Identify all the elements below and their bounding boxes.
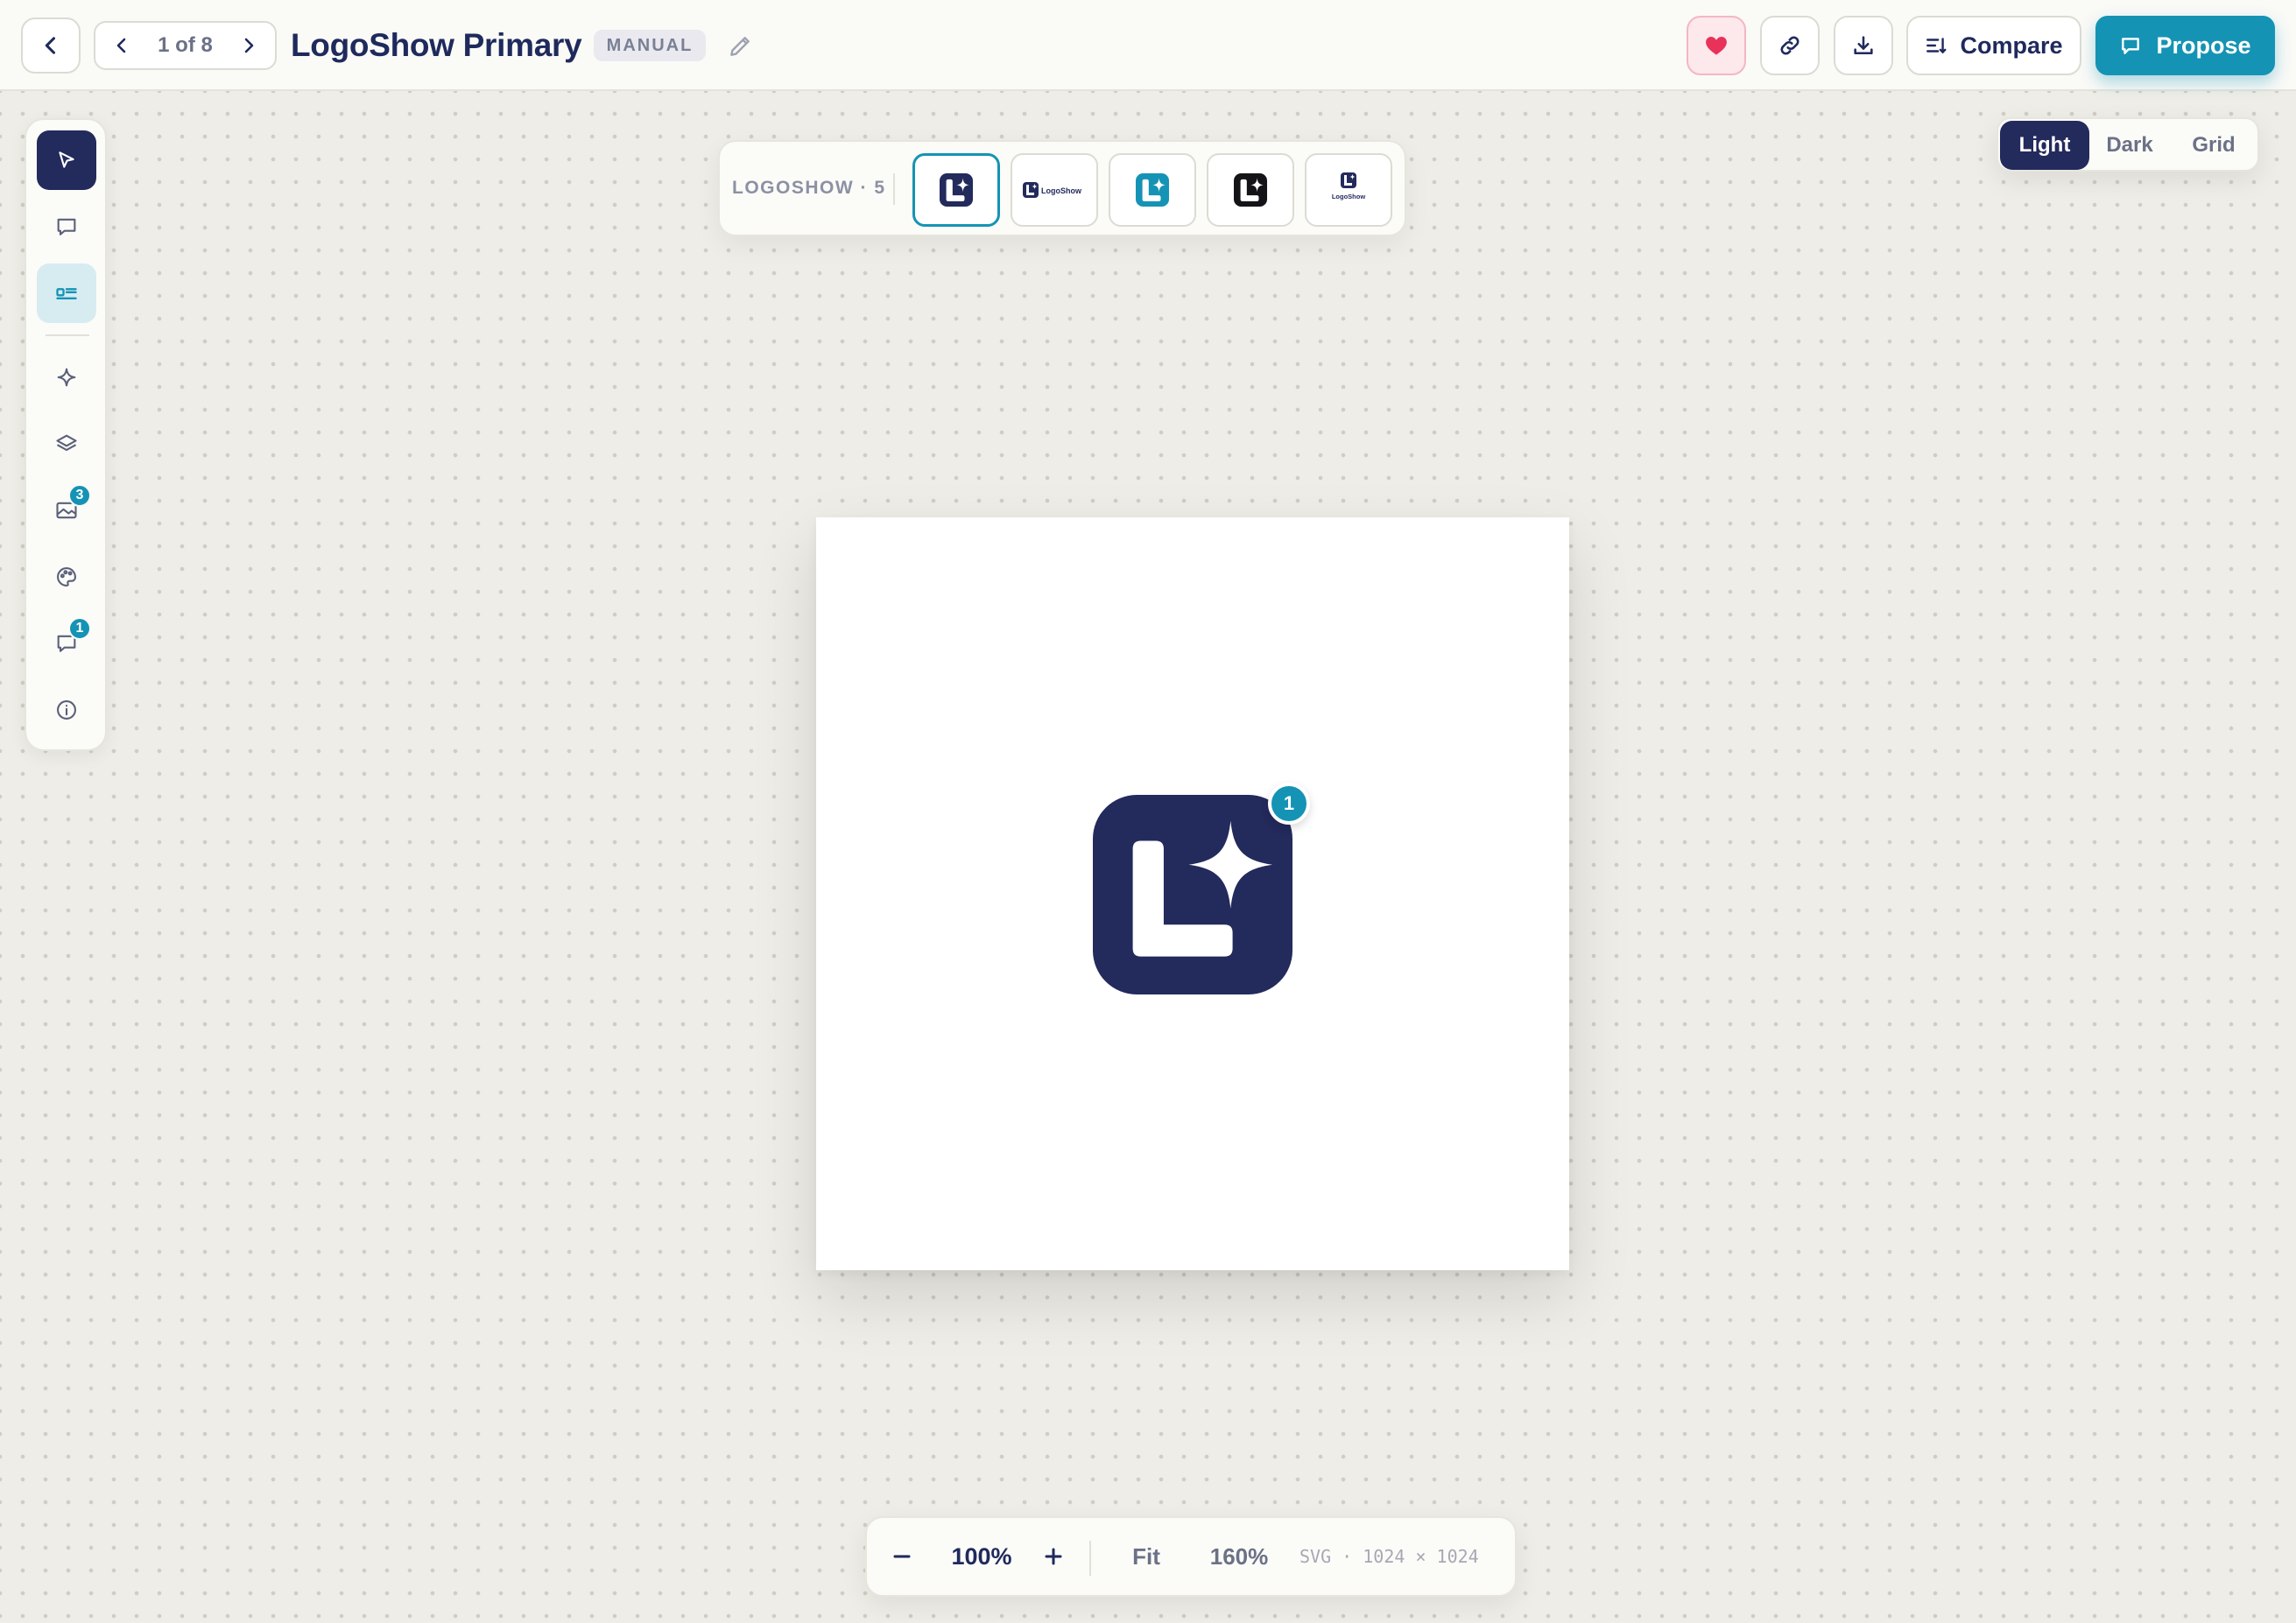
comments-tool-button[interactable]: 1 — [37, 614, 96, 673]
variant-strip: LOGOSHOW · 5 LogoShow LogoShow — [718, 140, 1406, 236]
comment-pin[interactable]: 1 — [1268, 783, 1310, 825]
heart-icon — [1706, 37, 1727, 55]
background-mode-switch: Light Dark Grid — [1997, 117, 2259, 172]
pager-text: 1 of 8 — [158, 33, 213, 57]
speech-bubble-icon — [57, 218, 76, 235]
mode-dark-button[interactable]: Dark — [2085, 121, 2174, 170]
logo-mark-preview[interactable] — [1093, 795, 1292, 994]
pencil-icon[interactable] — [727, 32, 755, 60]
zoom-preset-button[interactable]: 160% — [1191, 1518, 1287, 1595]
compare-label: Compare — [1960, 32, 2063, 59]
images-tool-button[interactable]: 3 — [37, 481, 96, 540]
layers-tool-button[interactable] — [37, 414, 96, 474]
variant-thumb-stacked[interactable]: LogoShow — [1305, 153, 1392, 227]
palette-tool-button[interactable] — [37, 547, 96, 607]
wordmark-text: LogoShow — [1041, 186, 1082, 195]
zoom-divider — [1089, 1541, 1091, 1576]
toolbar-divider — [46, 334, 89, 336]
info-tool-button[interactable] — [37, 680, 96, 740]
logo-stacked-icon: LogoShow — [1332, 172, 1365, 200]
details-tool-button[interactable] — [37, 263, 96, 323]
variant-divider — [893, 173, 895, 205]
chevron-right-icon — [244, 38, 254, 53]
propose-label: Propose — [2156, 32, 2251, 59]
variant-group-label: LOGOSHOW · 5 — [732, 178, 886, 198]
variant-thumb-wordmark[interactable]: LogoShow — [1011, 153, 1098, 227]
zoom-controls: 100% Fit 160% SVG · 1024 × 1024 — [865, 1516, 1517, 1597]
palette-icon — [57, 567, 76, 587]
propose-button[interactable]: Propose — [2095, 16, 2275, 75]
select-tool-button[interactable] — [37, 130, 96, 190]
stacked-wordmark-text: LogoShow — [1332, 193, 1365, 200]
download-icon — [1854, 36, 1873, 55]
info-icon — [57, 700, 76, 720]
next-variant-button[interactable] — [224, 23, 273, 68]
mode-light-button[interactable]: Light — [2000, 121, 2089, 170]
file-meta: SVG · 1024 × 1024 — [1299, 1546, 1479, 1567]
zoom-fit-button[interactable]: Fit — [1107, 1518, 1186, 1595]
ai-tool-button[interactable] — [37, 348, 96, 407]
minus-icon — [893, 1555, 911, 1558]
comment-tool-button[interactable] — [37, 197, 96, 256]
status-badge: MANUAL — [594, 30, 706, 61]
link-icon — [1780, 36, 1799, 55]
copy-link-button[interactable] — [1760, 16, 1820, 75]
logo-mark-teal-icon — [1136, 173, 1169, 207]
zoom-out-button[interactable] — [884, 1518, 919, 1595]
compare-icon — [1926, 38, 1947, 54]
zoom-in-button[interactable] — [1032, 1518, 1075, 1595]
variant-thumb-black[interactable] — [1207, 153, 1294, 227]
chevron-left-icon — [116, 38, 126, 53]
cursor-arrow-icon — [59, 151, 74, 168]
images-count-badge: 3 — [68, 484, 91, 507]
logo-mark-black-icon — [1234, 173, 1267, 207]
logo-mark-icon — [940, 173, 973, 207]
back-button[interactable] — [21, 18, 81, 74]
top-bar: 1 of 8 LogoShow Primary MANUAL Compare P… — [0, 0, 2296, 91]
mode-grid-button[interactable]: Grid — [2169, 121, 2258, 170]
comment-icon — [2122, 38, 2140, 54]
sparkle-icon — [57, 368, 76, 387]
zoom-level: 100% — [951, 1542, 1012, 1570]
favorite-button[interactable] — [1687, 16, 1746, 75]
layers-icon — [56, 434, 77, 452]
logo-wordmark-icon: LogoShow — [1023, 182, 1082, 198]
chevron-left-icon — [45, 37, 56, 54]
id-card-icon — [56, 288, 77, 299]
download-button[interactable] — [1834, 16, 1893, 75]
comments-count-badge: 1 — [68, 617, 91, 640]
variant-thumb-primary[interactable] — [912, 153, 1000, 227]
tool-palette: 3 1 — [25, 118, 107, 751]
previous-variant-button[interactable] — [97, 23, 146, 68]
compare-button[interactable]: Compare — [1906, 16, 2081, 75]
variant-pager: 1 of 8 — [94, 21, 277, 70]
plus-icon — [1045, 1548, 1062, 1565]
variant-thumb-teal[interactable] — [1109, 153, 1196, 227]
page-title: LogoShow Primary — [291, 27, 582, 63]
